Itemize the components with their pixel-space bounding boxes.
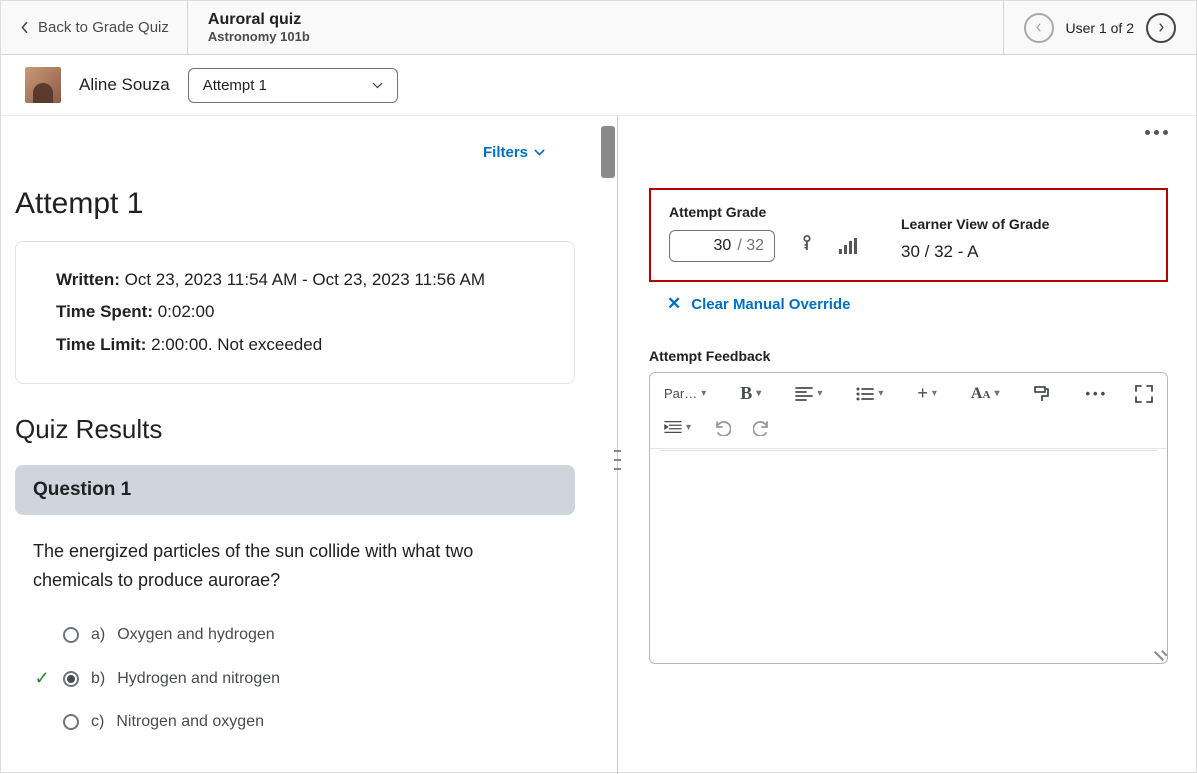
clear-override-button[interactable]: ✕ Clear Manual Override [667,294,1168,314]
redo-button[interactable] [749,414,775,440]
radio-unselected [63,714,79,730]
filters-label: Filters [483,144,528,161]
divider-handle-icon [614,446,621,474]
bullet-list-icon [856,385,874,403]
student-bar: Aline Souza Attempt 1 [1,55,1196,116]
option-text: Nitrogen and oxygen [116,713,264,731]
redo-icon [753,418,771,436]
attempt-grade-label: Attempt Grade [669,204,857,220]
timespent-row: Time Spent: 0:02:00 [56,296,534,328]
main-split: Filters Attempt 1 Written: Oct 23, 2023 … [1,116,1196,774]
written-row: Written: Oct 23, 2023 11:54 AM - Oct 23,… [56,264,534,296]
option-letter: a) [91,626,105,644]
grade-max: / 32 [737,237,764,255]
more-actions-button[interactable] [1145,130,1168,135]
top-header: Back to Grade Quiz Auroral quiz Astronom… [1,1,1196,55]
student-name: Aline Souza [79,75,170,95]
indent-icon [664,418,682,436]
prev-user-button[interactable] [1024,13,1054,43]
attempt-select[interactable]: Attempt 1 [188,68,398,103]
indent-button[interactable]: ▾ [660,414,695,440]
learner-view-label: Learner View of Grade [901,216,1049,232]
feedback-label: Attempt Feedback [649,348,1168,364]
user-nav: User 1 of 2 [1003,1,1196,54]
back-label: Back to Grade Quiz [38,19,169,36]
chevron-left-icon [19,22,30,33]
left-pane: Filters Attempt 1 Written: Oct 23, 2023 … [1,116,615,774]
checkmark-icon: ✓ [33,668,51,689]
scrollbar-thumb[interactable] [601,126,615,178]
align-button[interactable]: ▾ [791,381,826,407]
grade-box-highlighted: Attempt Grade 30 / 32 Learner View of Gr… [649,188,1168,282]
fullscreen-button[interactable] [1131,381,1157,407]
course-name: Astronomy 101b [208,29,310,44]
toolbar-more-button[interactable]: ••• [1081,382,1112,405]
undo-button[interactable] [709,414,735,440]
close-icon: ✕ [667,294,681,314]
chevron-right-icon [1156,22,1167,33]
bold-button[interactable]: B▾ [736,379,765,408]
editor-textarea[interactable] [650,451,1167,663]
attempt-heading: Attempt 1 [15,187,575,221]
option-row-b: ✓ b) Hydrogen and nitrogen [15,656,575,701]
next-user-button[interactable] [1146,13,1176,43]
radio-unselected [63,627,79,643]
question-text: The energized particles of the sun colli… [15,537,575,615]
option-text: Oxygen and hydrogen [117,626,274,644]
editor-toolbar: Par…▾ B▾ ▾ ▾ +▾ AA▾ [650,373,1167,414]
chevron-left-icon [1033,22,1044,33]
format-painter-button[interactable] [1029,381,1055,407]
insert-button[interactable]: +▾ [913,379,941,408]
filters-button[interactable]: Filters [483,144,545,161]
list-button[interactable]: ▾ [852,381,887,407]
grade-score: 30 [714,237,732,255]
back-to-grade-quiz-button[interactable]: Back to Grade Quiz [1,1,188,54]
user-count-label: User 1 of 2 [1066,20,1134,36]
option-row-c: c) Nitrogen and oxygen [15,701,575,743]
format-painter-icon [1033,385,1051,403]
key-icon[interactable] [799,235,815,258]
expand-icon [1135,385,1153,403]
quiz-title: Auroral quiz [208,11,310,29]
learner-grade-value: 30 / 32 - A [901,242,1049,262]
grade-input[interactable]: 30 / 32 [669,230,775,262]
avatar [25,67,61,103]
timelimit-row: Time Limit: 2:00:00. Not exceeded [56,329,534,361]
paragraph-style-select[interactable]: Par…▾ [660,382,710,405]
radio-selected [63,671,79,687]
chevron-down-icon [534,147,545,158]
option-row-a: a) Oxygen and hydrogen [15,614,575,656]
option-text: Hydrogen and nitrogen [117,670,280,688]
stats-icon[interactable] [839,238,857,254]
align-left-icon [795,385,813,403]
font-format-button[interactable]: AA▾ [967,381,1004,407]
feedback-editor: Par…▾ B▾ ▾ ▾ +▾ AA▾ [649,372,1168,664]
attempt-select-value: Attempt 1 [203,77,267,94]
option-letter: b) [91,670,105,688]
chevron-down-icon [372,80,383,91]
question-header: Question 1 [15,465,575,515]
undo-icon [713,418,731,436]
attempt-info-card: Written: Oct 23, 2023 11:54 AM - Oct 23,… [15,241,575,384]
right-pane: Attempt Grade 30 / 32 Learner View of Gr… [621,116,1196,774]
editor-toolbar-row2: ▾ [650,414,1167,449]
title-block: Auroral quiz Astronomy 101b [188,1,330,54]
option-letter: c) [91,713,104,731]
resize-handle-icon[interactable] [1151,647,1163,659]
results-heading: Quiz Results [15,414,575,445]
clear-override-label: Clear Manual Override [691,296,850,313]
